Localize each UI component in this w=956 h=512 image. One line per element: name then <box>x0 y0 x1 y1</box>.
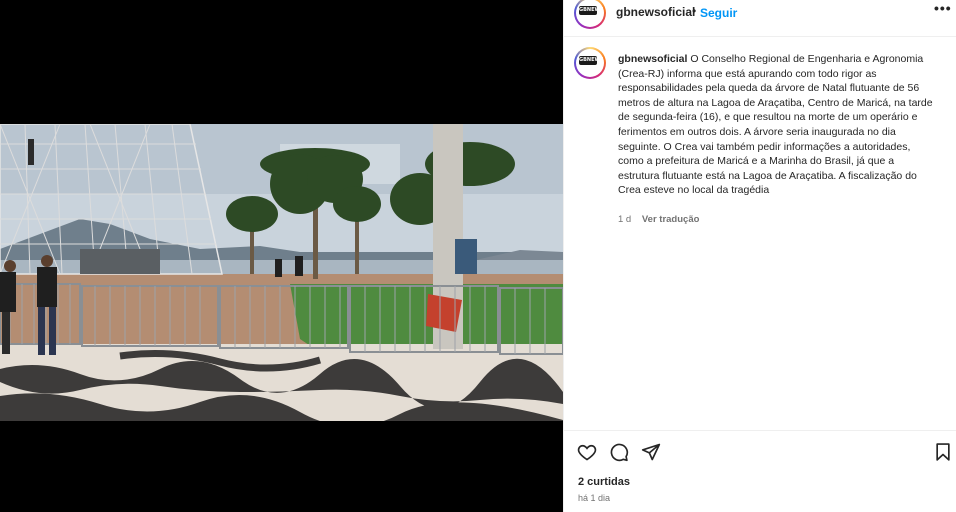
translate-link[interactable]: Ver tradução <box>642 214 700 225</box>
avatar-logo: GBNEWS <box>579 56 604 65</box>
comment-icon[interactable] <box>609 442 629 462</box>
caption-meta: 1 d Ver tradução <box>618 214 699 225</box>
caption-username[interactable]: gbnewsoficial <box>618 53 687 65</box>
separator-dot: • <box>692 4 697 18</box>
paper-plane-icon[interactable] <box>641 442 661 462</box>
follow-button[interactable]: Seguir <box>700 6 737 20</box>
post-header: GBNEWS gbnewsoficial • Seguir ••• <box>564 0 956 37</box>
author-username[interactable]: gbnewsoficial <box>616 5 695 19</box>
post-caption: gbnewsoficial O Conselho Regional de Eng… <box>618 52 936 198</box>
author-avatar[interactable]: GBNEWS <box>574 0 606 29</box>
post-media[interactable] <box>0 0 563 512</box>
avatar-logo: GBNEWS <box>579 6 604 15</box>
post-timestamp: há 1 dia <box>578 493 611 503</box>
divider <box>564 430 956 431</box>
caption-avatar[interactable]: GBNEWS <box>574 47 606 79</box>
caption-age: 1 d <box>618 214 632 225</box>
like-count[interactable]: 2 curtidas <box>578 476 630 488</box>
bookmark-icon[interactable] <box>933 442 953 462</box>
post-sidebar: GBNEWS gbnewsoficial • Seguir ••• GBNEWS… <box>563 0 956 512</box>
more-icon[interactable]: ••• <box>934 0 952 16</box>
caption-text: O Conselho Regional de Engenharia e Agro… <box>618 53 933 197</box>
heart-icon[interactable] <box>577 442 597 462</box>
post-photo <box>0 124 563 421</box>
